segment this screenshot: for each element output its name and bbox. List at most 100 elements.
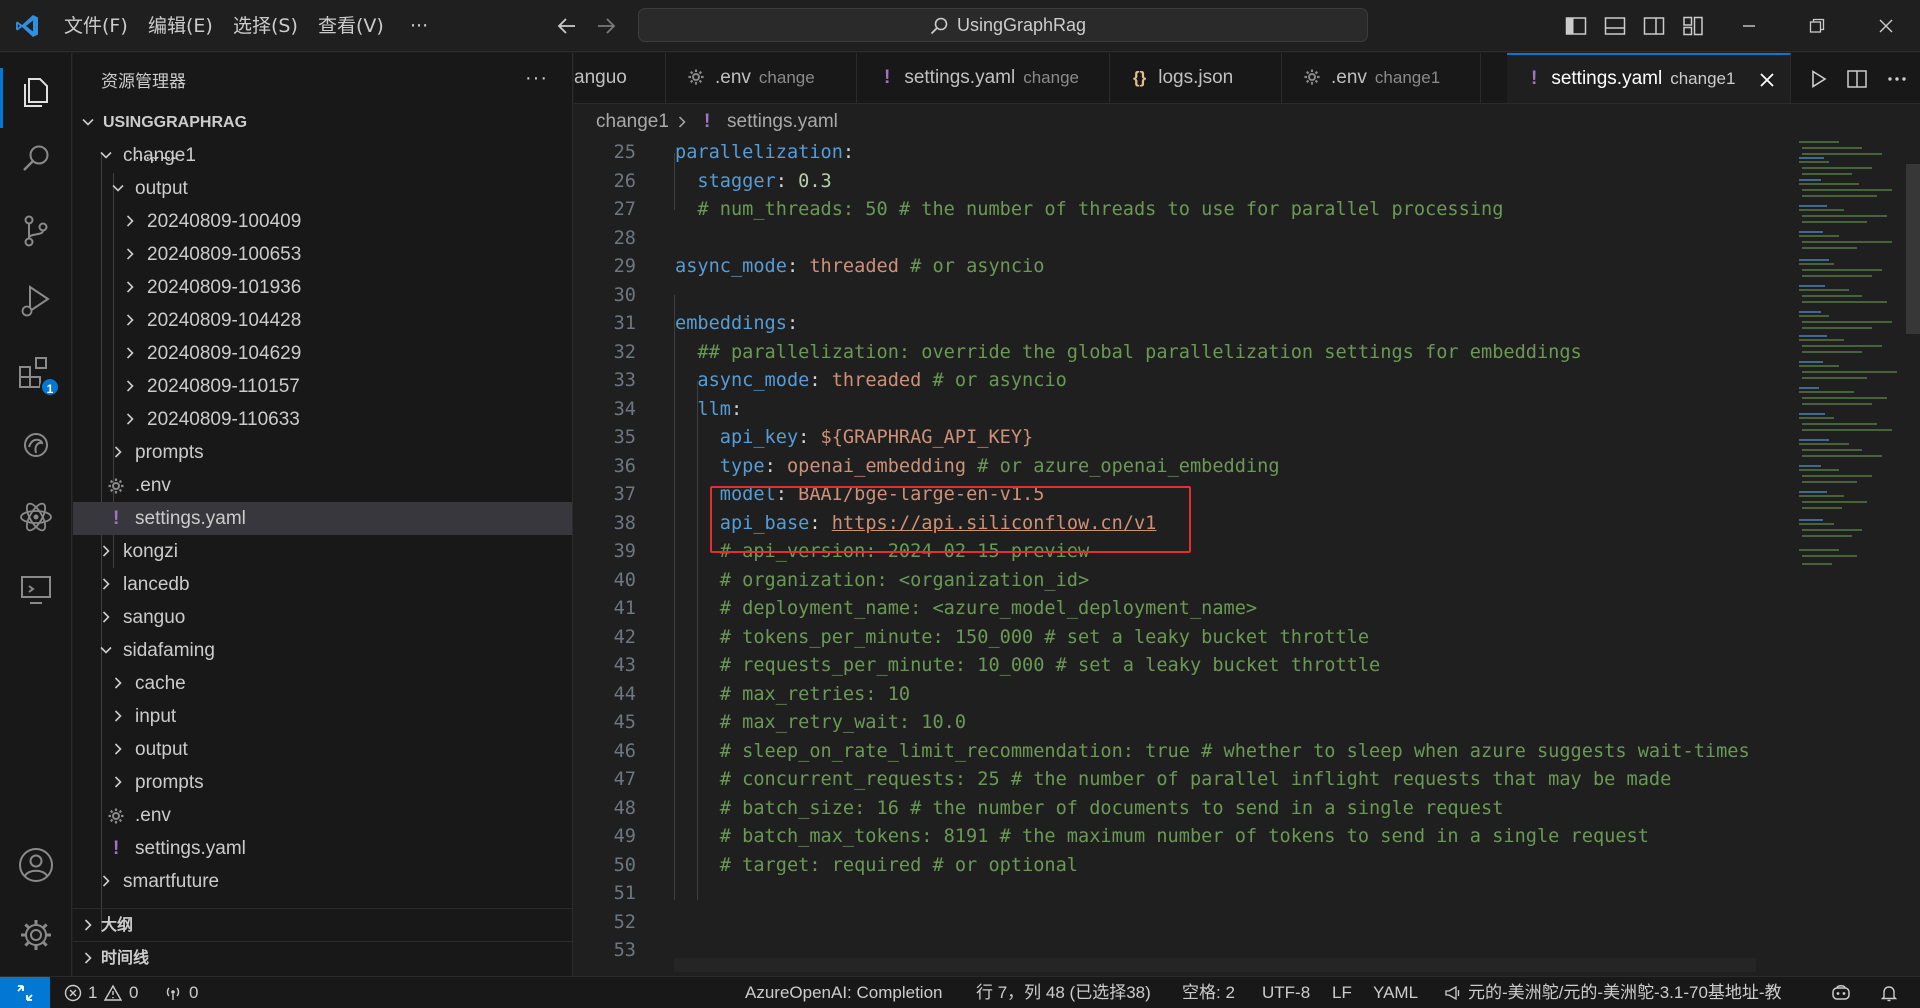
react-atom-icon[interactable] <box>16 497 56 537</box>
tree-file-settings-selected[interactable]: ! settings.yaml <box>73 502 572 535</box>
tree-folder-input[interactable]: input <box>73 700 572 733</box>
menu-selection[interactable]: 选择(S) <box>233 0 298 52</box>
tab-sanguo[interactable]: anguo <box>574 53 666 103</box>
tree-folder-run[interactable]: 20240809-100653 <box>73 238 572 271</box>
tree-folder-prompts[interactable]: prompts <box>73 766 572 799</box>
remote-indicator[interactable] <box>0 977 50 1008</box>
broadcast-text[interactable]: 元的-美洲鸵/元的-美洲鸵-3.1-70基地址-教 <box>1468 977 1808 1008</box>
tree-folder-sidafaming[interactable]: sidafaming <box>73 634 572 667</box>
customize-layout-icon[interactable] <box>1682 15 1704 37</box>
tab-logs-json[interactable]: {} logs.json <box>1111 53 1282 103</box>
toggle-secondary-sidebar-icon[interactable] <box>1643 15 1665 37</box>
forward-arrow-icon[interactable] <box>594 14 618 38</box>
search-view-icon[interactable] <box>16 139 56 179</box>
tree-folder-kongzi[interactable]: kongzi <box>73 535 572 568</box>
line-number: 30 <box>613 284 636 306</box>
settings-gear-icon[interactable] <box>16 915 56 955</box>
tree-label: input <box>135 706 177 727</box>
tree-file-env[interactable]: .env <box>73 799 572 832</box>
code-text: stagger: 0.3 <box>697 170 832 192</box>
tree-folder-output[interactable]: output <box>73 733 572 766</box>
warning-icon[interactable] <box>104 984 122 1002</box>
toggle-primary-sidebar-icon[interactable] <box>1565 15 1587 37</box>
chevron-right-icon <box>81 951 95 965</box>
extensions-badge: 1 <box>40 377 60 397</box>
minimize-icon[interactable] <box>1738 15 1760 37</box>
tab-env-change[interactable]: .env change <box>667 53 857 103</box>
more-actions-icon[interactable] <box>1886 68 1908 90</box>
back-arrow-icon[interactable] <box>555 14 579 38</box>
tree-folder-run[interactable]: 20240809-110157 <box>73 370 572 403</box>
tree-folder-run[interactable]: 20240809-100409 <box>73 205 572 238</box>
restore-icon[interactable] <box>1806 15 1828 37</box>
encoding[interactable]: UTF-8 <box>1262 977 1310 1008</box>
run-file-icon[interactable] <box>1807 68 1829 90</box>
error-icon[interactable] <box>64 984 82 1002</box>
tree-folder-sanguo[interactable]: sanguo <box>73 601 572 634</box>
tree-folder-run[interactable]: 20240809-110633 <box>73 403 572 436</box>
menu-edit[interactable]: 编辑(E) <box>148 0 213 52</box>
remote-explorer-icon[interactable] <box>16 569 56 609</box>
menu-file[interactable]: 文件(F) <box>64 0 128 52</box>
warning-count[interactable]: 0 <box>129 977 138 1008</box>
code-text: # sleep_on_rate_limit_recommendation: tr… <box>675 740 1750 762</box>
tab-settings-change[interactable]: ! settings.yaml change <box>858 53 1110 103</box>
menu-more[interactable]: ··· <box>410 0 428 52</box>
broadcast-icon[interactable] <box>1444 984 1462 1002</box>
tree-folder-run[interactable]: 20240809-104428 <box>73 304 572 337</box>
outline-section[interactable]: 大纲 <box>73 908 572 941</box>
chevron-down-icon <box>81 115 95 129</box>
tree-folder-run[interactable]: 20240809-104629 <box>73 337 572 370</box>
split-editor-icon[interactable] <box>1846 68 1868 90</box>
minimap[interactable] <box>1796 139 1920 976</box>
explorer-more-actions[interactable]: ··· <box>525 67 548 90</box>
close-window-icon[interactable] <box>1875 15 1897 37</box>
line-number: 40 <box>613 569 636 591</box>
gear-file-icon <box>1303 68 1321 86</box>
tab-settings-change1-active[interactable]: ! settings.yaml change1 <box>1507 53 1791 103</box>
code-editor[interactable]: 25 parallelization: 26 stagger: 0.3 27 # … <box>574 139 1920 976</box>
account-icon[interactable] <box>16 845 56 885</box>
language-mode[interactable]: YAML <box>1373 977 1418 1008</box>
command-center-search[interactable]: UsingGraphRag <box>638 8 1368 42</box>
tab-env-change1[interactable]: .env change1 <box>1283 53 1481 103</box>
chevron-down-icon <box>111 181 125 195</box>
end-of-line[interactable]: LF <box>1332 977 1352 1008</box>
minimap-slider[interactable] <box>1906 164 1920 334</box>
breadcrumb-folder[interactable]: change1 <box>596 105 669 139</box>
chevron-right-icon <box>123 280 137 294</box>
tree-file-settings[interactable]: ! settings.yaml <box>73 832 572 865</box>
close-tab-icon[interactable] <box>1758 71 1776 89</box>
explorer-icon[interactable] <box>16 71 56 111</box>
gitlens-icon[interactable] <box>16 425 56 465</box>
tree-folder-output[interactable]: output <box>73 172 572 205</box>
tree-folder-lancedb[interactable]: lancedb <box>73 568 572 601</box>
tree-folder-run[interactable]: 20240809-101936 <box>73 271 572 304</box>
explorer-title: 资源管理器 <box>101 72 186 92</box>
menu-view[interactable]: 查看(V) <box>318 0 384 52</box>
extensions-icon[interactable]: 1 <box>16 353 60 397</box>
toggle-panel-icon[interactable] <box>1604 15 1626 37</box>
tree-label: 20240809-104629 <box>147 343 302 364</box>
tree-folder-prompts[interactable]: prompts <box>73 436 572 469</box>
copilot-icon[interactable] <box>1830 982 1852 1004</box>
model-status[interactable]: AzureOpenAI: Completion <box>745 977 943 1008</box>
ports-broadcast-icon[interactable] <box>164 984 182 1002</box>
cursor-position[interactable]: 行 7，列 48 (已选择38) <box>976 977 1151 1008</box>
horizontal-scrollbar[interactable] <box>674 958 1756 972</box>
tree-folder-cache[interactable]: cache <box>73 667 572 700</box>
indentation[interactable]: 空格: 2 <box>1182 977 1235 1008</box>
tree-file-env[interactable]: .env <box>73 469 572 502</box>
line-number: 43 <box>613 655 636 676</box>
tree-root-usinggraphrag[interactable]: USINGGRAPHRAG <box>73 106 572 139</box>
error-count[interactable]: 1 <box>88 977 97 1008</box>
timeline-section[interactable]: 时间线 <box>73 941 572 974</box>
breadcrumb-file[interactable]: settings.yaml <box>727 105 838 139</box>
tree-folder-smartfuture[interactable]: smartfuture <box>73 865 572 898</box>
notifications-bell-icon[interactable] <box>1879 983 1899 1003</box>
tree-label: 20240809-110157 <box>147 376 300 397</box>
ports-count[interactable]: 0 <box>189 977 198 1008</box>
tree-folder-input-partial[interactable]: input <box>73 157 572 173</box>
run-debug-icon[interactable] <box>16 281 56 321</box>
source-control-icon[interactable] <box>16 211 56 251</box>
